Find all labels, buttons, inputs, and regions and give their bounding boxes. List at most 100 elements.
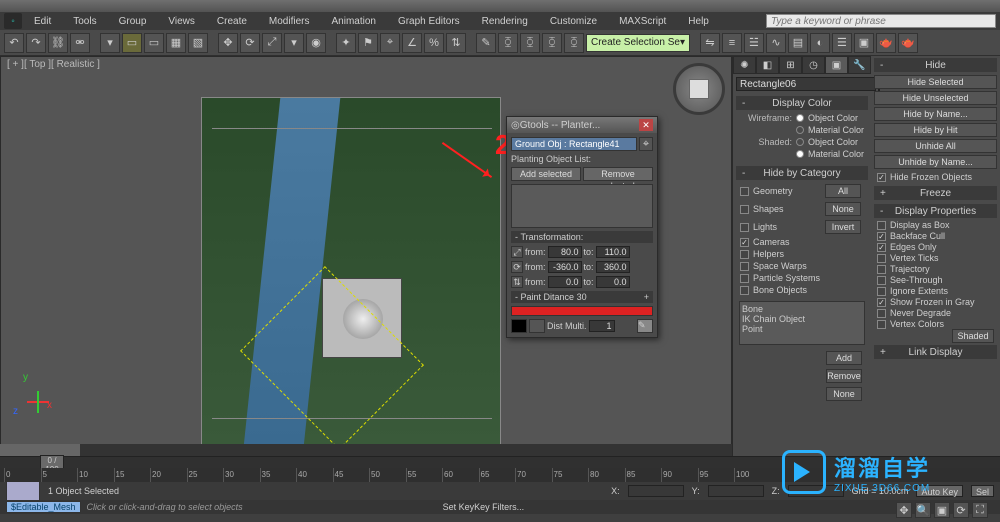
app-icon[interactable]: ◦ bbox=[4, 13, 22, 29]
disp-prop-checkbox[interactable] bbox=[877, 265, 886, 274]
menu-rendering[interactable]: Rendering bbox=[472, 14, 538, 29]
category-list[interactable]: Bone IK Chain Object Point bbox=[739, 301, 865, 345]
object-name-field[interactable] bbox=[736, 77, 876, 91]
magnet4-icon[interactable]: ⧲ bbox=[564, 33, 584, 53]
tab-display-icon[interactable]: ▣ bbox=[825, 56, 848, 74]
menu-create[interactable]: Create bbox=[207, 14, 257, 29]
magnet2-icon[interactable]: ⧲ bbox=[520, 33, 540, 53]
lock-selection-icon[interactable] bbox=[6, 481, 40, 501]
disp-prop-checkbox[interactable] bbox=[877, 276, 886, 285]
list-item[interactable]: IK Chain Object bbox=[742, 314, 862, 324]
snap-icon[interactable]: ⌖ bbox=[380, 33, 400, 53]
scale-from-spinner[interactable] bbox=[548, 246, 582, 258]
setkey-button[interactable]: Set Key bbox=[443, 502, 475, 512]
link-icon[interactable]: ⛓ bbox=[48, 33, 68, 53]
viewport-label[interactable]: [ + ][ Top ][ Realistic ] bbox=[7, 59, 100, 70]
off-to-spinner[interactable] bbox=[596, 276, 630, 288]
tab-create-icon[interactable]: ✺ bbox=[733, 56, 756, 74]
select-object-icon[interactable]: ▭ bbox=[122, 33, 142, 53]
hide-by-hit-button[interactable]: Hide by Hit bbox=[874, 123, 997, 137]
hide-frozen-checkbox[interactable] bbox=[877, 173, 886, 182]
vertex-colors-shaded-button[interactable]: Shaded bbox=[952, 329, 994, 343]
hide-selected-button[interactable]: Hide Selected bbox=[874, 75, 997, 89]
menu-tools[interactable]: Tools bbox=[63, 14, 106, 29]
gtools-planter-dialog[interactable]: ◎ Gtools -- Planter... ✕ Ground Obj : Re… bbox=[506, 116, 658, 338]
hide-cat-none-button[interactable]: None bbox=[825, 202, 861, 216]
window-crossing-icon[interactable]: ▧ bbox=[188, 33, 208, 53]
render-prod-icon[interactable]: 🫖 bbox=[898, 33, 918, 53]
disp-prop-checkbox[interactable] bbox=[877, 221, 886, 230]
off-from-spinner[interactable] bbox=[548, 276, 582, 288]
hide-cat-checkbox[interactable] bbox=[740, 274, 749, 283]
selected-button[interactable]: Sel bbox=[971, 485, 994, 497]
wireframe-material-color-radio[interactable] bbox=[796, 126, 804, 134]
viewcube-face[interactable] bbox=[689, 79, 709, 99]
magnet3-icon[interactable]: ⧲ bbox=[542, 33, 562, 53]
transformation-header[interactable]: - Transformation: bbox=[511, 231, 653, 243]
zoom-icon[interactable]: 🔍 bbox=[915, 502, 931, 518]
shaded-material-color-radio[interactable] bbox=[796, 150, 804, 158]
pivot-icon[interactable]: ◉ bbox=[306, 33, 326, 53]
hide-cat-invert-button[interactable]: Invert bbox=[825, 220, 861, 234]
dialog-close-button[interactable]: ✕ bbox=[639, 119, 653, 131]
z-field[interactable] bbox=[788, 485, 844, 497]
ground-pick-icon[interactable]: ⌖ bbox=[639, 137, 653, 151]
scale-to-spinner[interactable] bbox=[596, 246, 630, 258]
menu-group[interactable]: Group bbox=[109, 14, 157, 29]
rot-from-spinner[interactable] bbox=[548, 261, 582, 273]
dist-multi-spinner[interactable] bbox=[589, 320, 615, 332]
category-none-button[interactable]: None bbox=[826, 387, 862, 401]
rollout-header-hide-category[interactable]: -Hide by Category bbox=[736, 166, 868, 180]
hide-unselected-button[interactable]: Hide Unselected bbox=[874, 91, 997, 105]
disp-prop-checkbox[interactable] bbox=[877, 287, 886, 296]
rollout-header-freeze[interactable]: +Freeze bbox=[874, 186, 997, 200]
disp-prop-checkbox[interactable] bbox=[877, 232, 886, 241]
curve-editor-icon[interactable]: ∿ bbox=[766, 33, 786, 53]
undo-icon[interactable]: ↶ bbox=[4, 33, 24, 53]
keymode-icon[interactable]: ⚑ bbox=[358, 33, 378, 53]
menu-maxscript[interactable]: MAXScript bbox=[609, 14, 676, 29]
menu-help[interactable]: Help bbox=[678, 14, 719, 29]
planting-object-list[interactable] bbox=[511, 184, 653, 228]
keyfilters-button[interactable]: Key Filters... bbox=[474, 502, 524, 512]
tool-icon[interactable] bbox=[529, 319, 545, 333]
menu-edit[interactable]: Edit bbox=[24, 14, 61, 29]
schematic-icon[interactable]: ▤ bbox=[788, 33, 808, 53]
x-field[interactable] bbox=[628, 485, 684, 497]
rollout-header-display-color[interactable]: -Display Color bbox=[736, 96, 868, 110]
rollout-header-display-props[interactable]: -Display Properties bbox=[874, 204, 997, 218]
tab-utilities-icon[interactable]: 🔧 bbox=[848, 56, 871, 74]
rotate-icon[interactable]: ⟳ bbox=[240, 33, 260, 53]
menu-customize[interactable]: Customize bbox=[540, 14, 607, 29]
disp-prop-checkbox[interactable] bbox=[877, 309, 886, 318]
time-ruler[interactable]: 0510152025303540455055606570758085909510… bbox=[0, 468, 1000, 482]
color-swatch-black[interactable] bbox=[511, 319, 527, 333]
magnet-icon[interactable]: ⧲ bbox=[498, 33, 518, 53]
align-icon[interactable]: ≡ bbox=[722, 33, 742, 53]
hide-by-name-button[interactable]: Hide by Name... bbox=[874, 107, 997, 121]
maximize-icon[interactable]: ⛶ bbox=[972, 502, 988, 518]
render-setup-icon[interactable]: ☰ bbox=[832, 33, 852, 53]
hide-cat-all-button[interactable]: All bbox=[825, 184, 861, 198]
angle-snap-icon[interactable]: ∠ bbox=[402, 33, 422, 53]
percent-snap-icon[interactable]: % bbox=[424, 33, 444, 53]
paint-distance-slider[interactable] bbox=[511, 306, 653, 316]
hide-cat-checkbox[interactable] bbox=[740, 205, 749, 214]
zoom-extents-icon[interactable]: ▣ bbox=[934, 502, 950, 518]
tab-motion-icon[interactable]: ◷ bbox=[802, 56, 825, 74]
rot-to-spinner[interactable] bbox=[596, 261, 630, 273]
hide-cat-checkbox[interactable] bbox=[740, 250, 749, 259]
dialog-titlebar[interactable]: ◎ Gtools -- Planter... ✕ bbox=[507, 117, 657, 133]
disp-prop-checkbox[interactable] bbox=[877, 298, 886, 307]
material-editor-icon[interactable]: ◐ bbox=[810, 33, 830, 53]
select-name-icon[interactable]: ▭ bbox=[144, 33, 164, 53]
category-remove-button[interactable]: Remove bbox=[826, 369, 862, 383]
rollout-header-hide[interactable]: -Hide bbox=[874, 58, 997, 72]
maxscript-listener-tag[interactable]: $Editable_Mesh bbox=[6, 501, 81, 513]
manip-icon[interactable]: ✦ bbox=[336, 33, 356, 53]
viewport-hscroll[interactable] bbox=[0, 444, 732, 456]
ref-coord-icon[interactable]: ▾ bbox=[284, 33, 304, 53]
wireframe-object-color-radio[interactable] bbox=[796, 114, 804, 122]
disp-prop-checkbox[interactable] bbox=[877, 243, 886, 252]
spinner-snap-icon[interactable]: ⇅ bbox=[446, 33, 466, 53]
